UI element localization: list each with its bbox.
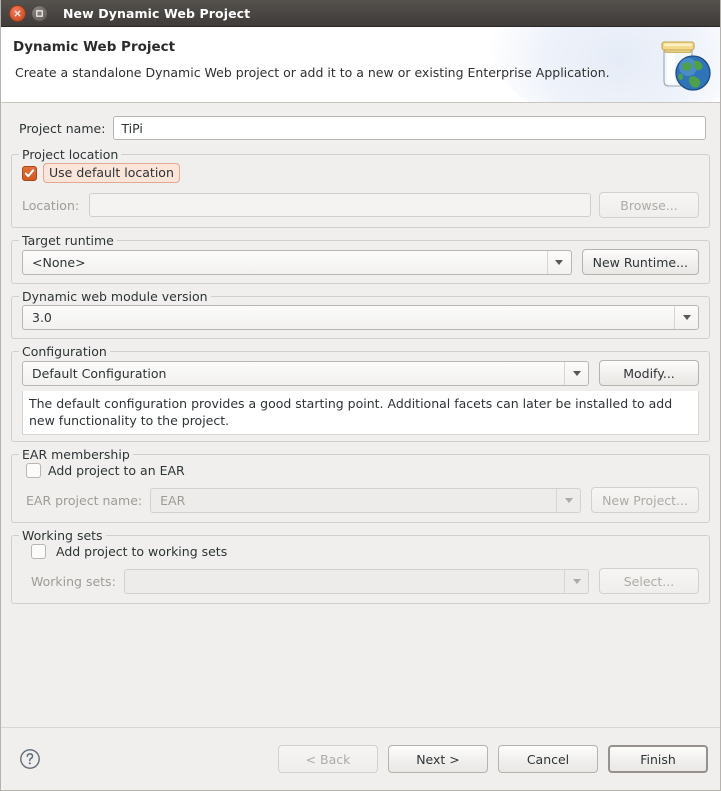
working-sets-group: Working sets Add project to working sets… (11, 528, 710, 604)
page-subtitle: Create a standalone Dynamic Web project … (15, 65, 610, 80)
modify-button[interactable]: Modify... (599, 360, 699, 386)
module-version-row: 3.0 (22, 305, 699, 330)
use-default-location-row: Use default location (22, 163, 699, 183)
working-sets-combo[interactable] (123, 568, 589, 594)
use-default-location-label[interactable]: Use default location (43, 163, 180, 183)
page-title: Dynamic Web Project (13, 39, 176, 55)
maximize-icon[interactable] (31, 4, 48, 22)
chevron-down-icon[interactable] (564, 361, 588, 385)
select-button[interactable]: Select... (599, 568, 699, 594)
web-project-jar-globe-icon (648, 33, 712, 95)
add-project-to-working-sets-label[interactable]: Add project to working sets (56, 544, 227, 559)
working-sets-row: Working sets: Select... (31, 568, 699, 594)
project-location-group-label: Project location (19, 147, 122, 162)
project-location-group: Project location Use default location Lo… (11, 147, 710, 228)
add-project-to-ear-row: Add project to an EAR (26, 463, 699, 478)
target-runtime-group: Target runtime <None> New Runtime... (11, 233, 710, 284)
working-sets-group-label: Working sets (19, 528, 106, 543)
ear-project-name-value: EAR (160, 492, 186, 508)
module-version-group: Dynamic web module version 3.0 (11, 289, 710, 339)
project-name-row: Project name: TiPi (9, 103, 712, 150)
add-project-to-ear-label[interactable]: Add project to an EAR (48, 463, 185, 478)
working-sets-label: Working sets: (31, 573, 116, 589)
configuration-value: Default Configuration (32, 365, 167, 381)
target-runtime-row: <None> New Runtime... (22, 249, 699, 275)
configuration-group-label: Configuration (19, 344, 110, 359)
cancel-button[interactable]: Cancel (498, 745, 598, 773)
ear-project-name-row: EAR project name: EAR New Project... (26, 487, 699, 513)
project-name-value: TiPi (121, 120, 143, 136)
browse-button[interactable]: Browse... (599, 192, 699, 218)
close-icon[interactable] (9, 4, 26, 22)
ear-project-name-label: EAR project name: (26, 492, 143, 508)
add-project-to-ear-checkbox[interactable] (26, 463, 41, 478)
add-project-to-working-sets-row: Add project to working sets (31, 544, 699, 559)
module-version-value: 3.0 (32, 310, 52, 325)
location-label: Location: (22, 197, 80, 213)
project-name-label: Project name: (19, 120, 106, 136)
project-name-input[interactable]: TiPi (113, 116, 706, 140)
ear-project-name-combo[interactable]: EAR (150, 487, 582, 513)
target-runtime-combo[interactable]: <None> (22, 249, 572, 275)
next-button[interactable]: Next > (388, 745, 488, 773)
chevron-down-icon[interactable] (674, 306, 698, 329)
configuration-group: Configuration Default Configuration Modi… (11, 344, 710, 442)
ear-membership-group: EAR membership Add project to an EAR EAR… (11, 447, 710, 523)
dialog-footer: < Back Next > Cancel Finish (1, 727, 720, 790)
module-version-combo[interactable]: 3.0 (22, 305, 699, 330)
module-version-group-label: Dynamic web module version (19, 289, 211, 304)
new-runtime-button[interactable]: New Runtime... (581, 249, 699, 275)
target-runtime-group-label: Target runtime (19, 233, 117, 248)
finish-button[interactable]: Finish (608, 745, 708, 773)
chevron-down-icon[interactable] (546, 250, 571, 274)
window-title: New Dynamic Web Project (63, 5, 251, 21)
new-project-button[interactable]: New Project... (591, 487, 699, 513)
dialog-content: Project name: TiPi Project location Use … (1, 103, 720, 727)
dialog-banner: Dynamic Web Project Create a standalone … (1, 27, 720, 103)
use-default-location-checkbox[interactable] (22, 165, 37, 181)
help-icon[interactable] (19, 748, 41, 770)
location-input[interactable] (89, 193, 591, 217)
configuration-combo[interactable]: Default Configuration (22, 360, 589, 386)
add-project-to-working-sets-checkbox[interactable] (31, 544, 46, 559)
location-row: Location: Browse... (22, 192, 699, 218)
configuration-row: Default Configuration Modify... (22, 360, 699, 386)
chevron-down-icon[interactable] (564, 569, 588, 593)
configuration-description: The default configuration provides a goo… (22, 391, 699, 435)
new-dynamic-web-project-dialog: New Dynamic Web Project Dynamic Web Proj… (0, 0, 721, 791)
back-button[interactable]: < Back (278, 745, 378, 773)
target-runtime-value: <None> (32, 254, 86, 270)
window-titlebar: New Dynamic Web Project (1, 0, 720, 27)
ear-membership-group-label: EAR membership (19, 447, 133, 462)
chevron-down-icon[interactable] (556, 488, 580, 512)
